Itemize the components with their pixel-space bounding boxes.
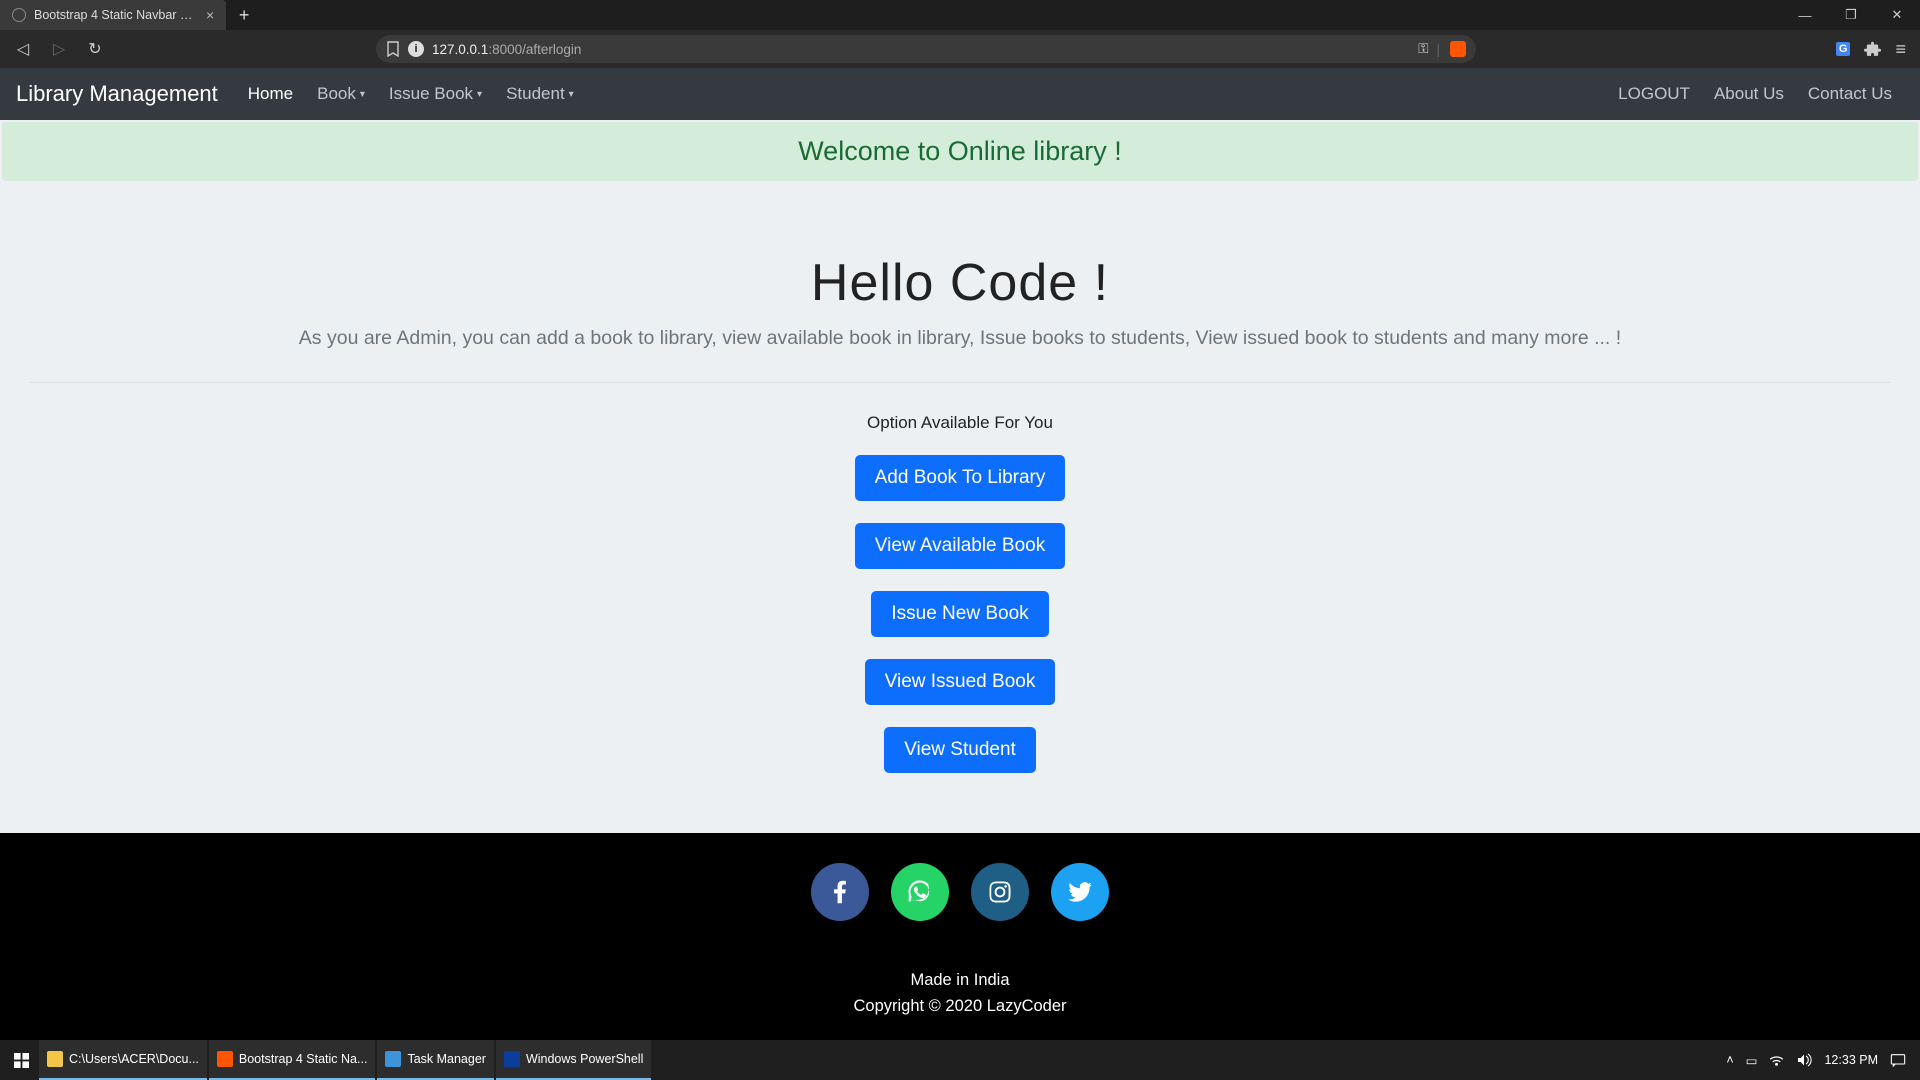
divider bbox=[30, 382, 1890, 383]
brave-icon bbox=[217, 1051, 233, 1067]
issue-new-button[interactable]: Issue New Book bbox=[871, 591, 1048, 637]
nav-logout[interactable]: LOGOUT bbox=[1606, 84, 1702, 104]
twitter-icon[interactable] bbox=[1051, 863, 1109, 921]
chevron-down-icon: ▾ bbox=[360, 89, 365, 100]
footer-line1: Made in India bbox=[0, 967, 1920, 993]
battery-icon[interactable]: ▭ bbox=[1746, 1053, 1758, 1068]
close-window-button[interactable]: ✕ bbox=[1874, 0, 1920, 30]
nav-home[interactable]: Home bbox=[236, 84, 305, 104]
page-body: Library Management Home Book▾ Issue Book… bbox=[0, 68, 1920, 1046]
page-footer: Made in India Copyright © 2020 LazyCoder bbox=[0, 833, 1920, 1046]
taskbar-app-taskmgr[interactable]: Task Manager bbox=[377, 1040, 494, 1080]
options-buttons: Add Book To Library View Available Book … bbox=[0, 455, 1920, 833]
brave-shield-icon[interactable] bbox=[1450, 41, 1466, 57]
app-navbar: Library Management Home Book▾ Issue Book… bbox=[0, 68, 1920, 120]
back-button[interactable]: ◁ bbox=[8, 34, 38, 64]
view-issued-button[interactable]: View Issued Book bbox=[865, 659, 1056, 705]
chevron-down-icon: ▾ bbox=[569, 89, 574, 100]
taskbar-app-brave[interactable]: Bootstrap 4 Static Na... bbox=[209, 1040, 376, 1080]
system-tray: ˄ ▭ 12:33 PM bbox=[1726, 1053, 1914, 1068]
tray-chevron-icon[interactable]: ˄ bbox=[1726, 1053, 1733, 1067]
add-book-button[interactable]: Add Book To Library bbox=[855, 455, 1066, 501]
taskmgr-icon bbox=[385, 1051, 401, 1067]
windows-taskbar: C:\Users\ACER\Docu... Bootstrap 4 Static… bbox=[0, 1040, 1920, 1080]
nav-book[interactable]: Book▾ bbox=[305, 84, 377, 104]
view-available-button[interactable]: View Available Book bbox=[855, 523, 1065, 569]
folder-icon bbox=[47, 1051, 63, 1067]
reload-button[interactable]: ↻ bbox=[80, 34, 110, 64]
nav-issue-book[interactable]: Issue Book▾ bbox=[377, 84, 494, 104]
menu-icon[interactable]: ≡ bbox=[1895, 39, 1906, 60]
whatsapp-icon[interactable] bbox=[891, 863, 949, 921]
taskbar-app-powershell[interactable]: Windows PowerShell bbox=[496, 1040, 651, 1080]
wifi-icon[interactable] bbox=[1769, 1054, 1784, 1067]
start-button[interactable] bbox=[6, 1040, 37, 1080]
key-icon[interactable]: ⚿ bbox=[1418, 41, 1426, 57]
extensions-icon[interactable] bbox=[1864, 41, 1881, 58]
page-subtitle: As you are Admin, you can add a book to … bbox=[30, 327, 1890, 350]
site-info-icon[interactable]: i bbox=[408, 41, 424, 57]
translate-icon[interactable]: G bbox=[1836, 42, 1851, 56]
notifications-icon[interactable] bbox=[1890, 1053, 1906, 1067]
browser-titlebar: Bootstrap 4 Static Navbar with Dro × + —… bbox=[0, 0, 1920, 30]
page-title: Hello Code ! bbox=[30, 253, 1890, 313]
volume-icon[interactable] bbox=[1796, 1053, 1812, 1067]
browser-tab[interactable]: Bootstrap 4 Static Navbar with Dro × bbox=[0, 0, 226, 30]
close-tab-icon[interactable]: × bbox=[202, 7, 218, 23]
window-controls: — ❐ ✕ bbox=[1782, 0, 1920, 30]
welcome-banner: Welcome to Online library ! bbox=[2, 122, 1918, 181]
nav-about[interactable]: About Us bbox=[1702, 84, 1796, 104]
hero: Hello Code ! As you are Admin, you can a… bbox=[0, 183, 1920, 368]
instagram-icon[interactable] bbox=[971, 863, 1029, 921]
tab-title: Bootstrap 4 Static Navbar with Dro bbox=[34, 8, 194, 22]
globe-icon bbox=[12, 8, 26, 22]
browser-toolbar: ◁ ▷ ↻ i 127.0.0.1:8000/afterlogin ⚿ | G … bbox=[0, 30, 1920, 68]
nav-student[interactable]: Student▾ bbox=[494, 84, 586, 104]
address-bar[interactable]: i 127.0.0.1:8000/afterlogin ⚿ | bbox=[376, 35, 1476, 63]
facebook-icon[interactable] bbox=[811, 863, 869, 921]
url-text: 127.0.0.1:8000/afterlogin bbox=[432, 42, 581, 57]
maximize-button[interactable]: ❐ bbox=[1828, 0, 1874, 30]
options-label: Option Available For You bbox=[0, 413, 1920, 433]
new-tab-button[interactable]: + bbox=[230, 1, 258, 29]
powershell-icon bbox=[504, 1051, 520, 1067]
nav-contact[interactable]: Contact Us bbox=[1796, 84, 1904, 104]
brand[interactable]: Library Management bbox=[16, 81, 218, 107]
footer-line2: Copyright © 2020 LazyCoder bbox=[0, 993, 1920, 1019]
forward-button[interactable]: ▷ bbox=[44, 34, 74, 64]
view-student-button[interactable]: View Student bbox=[884, 727, 1036, 773]
taskbar-clock[interactable]: 12:33 PM bbox=[1824, 1053, 1878, 1067]
bookmark-icon[interactable] bbox=[386, 34, 400, 64]
minimize-button[interactable]: — bbox=[1782, 0, 1828, 30]
chevron-down-icon: ▾ bbox=[477, 89, 482, 100]
taskbar-app-explorer[interactable]: C:\Users\ACER\Docu... bbox=[39, 1040, 207, 1080]
